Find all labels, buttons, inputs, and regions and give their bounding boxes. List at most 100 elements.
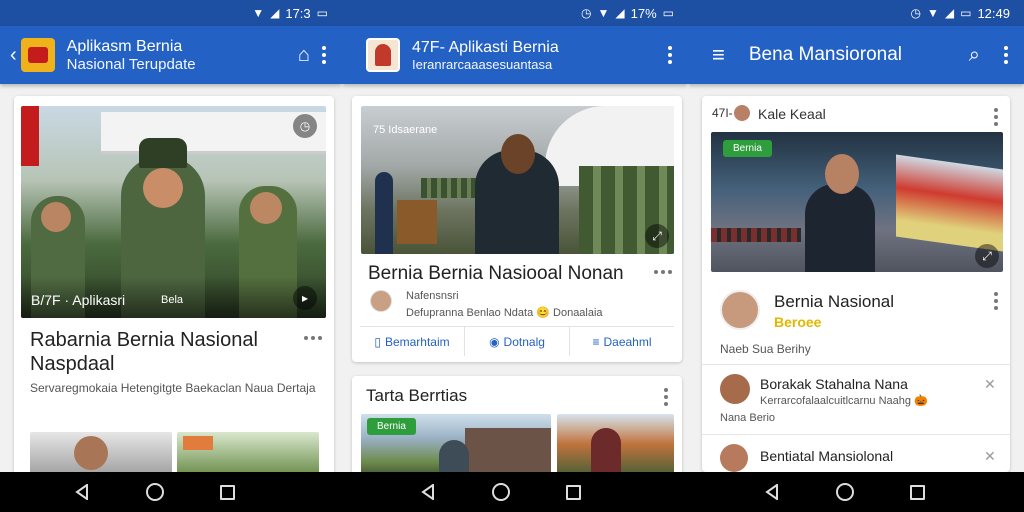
item-menu-icon[interactable] [988,292,1004,310]
news-photo[interactable]: B/7F · Aplikasri Bela ◷ ▸ [21,106,326,318]
battery-icon: ▭ [316,6,328,20]
nav-group-2 [420,472,581,512]
screen-stage: ▼ ◢ 17:3 ▭ ‹ Aplikasm Bernia Nasional Te… [0,0,1024,512]
item-title[interactable]: Bernia Nasional [774,290,894,314]
author-name: Nafensnsri [406,290,459,302]
expand-icon[interactable]: ⤢ [645,224,669,248]
app-subtitle: Nasional Terupdate [66,55,196,73]
app-bar: ‹ Aplikasm Bernia Nasional Terupdate ⌂ [0,26,342,84]
hamburger-menu-icon[interactable]: ≡ [712,42,725,68]
thumb-photo-2[interactable] [177,432,319,472]
wifi-icon: ▼ [926,6,939,20]
nav-recents-icon[interactable] [220,484,235,500]
author-avatar[interactable] [370,290,392,312]
news-photo[interactable]: Bernia ⤢ [711,132,1003,272]
news-card[interactable]: B/7F · Aplikasri Bela ◷ ▸ Rabarnia Berni… [14,96,334,472]
card-header-title: Kale Keaal [758,106,826,122]
news-card[interactable]: 75 Idsaerane ⤢ Bernia Bernia Nasiooal No… [352,96,682,362]
trending-title: Tarta Berrtias [366,386,468,405]
status-bar: ▼ ◢ 17:3 ▭ [0,0,342,26]
photo-caption: B/7F · Aplikasri [31,292,126,308]
header-avatar [734,105,750,121]
play-icon[interactable]: ▸ [293,286,317,310]
signal-icon: ◢ [944,6,955,20]
back-arrow-icon[interactable]: ‹ [10,44,17,67]
list-item-title[interactable]: Bentiatal Mansiolonal [760,448,893,464]
overflow-menu-icon[interactable] [998,46,1014,64]
search-icon[interactable]: ⌕ [969,44,980,67]
photo-caption-tag: Bela [161,294,184,306]
app-title: 47F- Aplikasti Bernia [412,38,559,56]
status-time: 17:3 [285,5,311,21]
nav-group-3 [764,472,925,512]
app-bar: ≡ Bena Mansioronal ⌕ [688,26,1024,84]
item-avatar[interactable] [720,290,760,330]
nav-home-icon[interactable] [836,483,854,501]
wifi-icon: ▼ [252,6,265,20]
bookmark-button[interactable]: ▯ Bemarhtaim [360,327,465,356]
card-header-num: 47I- [712,106,733,120]
card-menu-icon[interactable] [648,270,678,274]
nav-back-icon[interactable] [764,483,780,501]
share-icon: ≡ [592,334,600,349]
overflow-menu-icon[interactable] [662,46,678,64]
download-icon: ◉ [489,334,500,349]
trending-card[interactable]: Tarta Berrtias Bernia [352,376,682,472]
alarm-icon: ◷ [581,6,592,20]
system-nav-bar [0,472,1024,512]
status-bar: ◷ ▼ ◢ ▭ 12:49 [688,0,1024,26]
status-time: 12:49 [977,5,1010,21]
photo-caption: 75 Idsaerane [373,124,438,136]
list-item-avatar[interactable] [720,374,750,404]
nav-recents-icon[interactable] [566,484,581,500]
bookmark-icon: ▯ [374,334,381,349]
list-item-title[interactable]: Borakak Stahalna Nana [760,376,908,392]
phone-screen-2: ◷ ▼ ◢ 17% ▭ 47F- Aplikasti Bernia Ieranr… [342,0,688,472]
action-row: ▯ Bemarhtaim ◉ Dotnalg ≡ Daeahml [360,326,674,356]
home-icon[interactable]: ⌂ [298,44,310,67]
expand-icon[interactable]: ⤢ [975,244,999,268]
timer-icon[interactable]: ◷ [293,114,317,138]
share-button[interactable]: ≡ Daeahml [570,327,674,356]
nav-home-icon[interactable] [146,483,164,501]
card-menu-icon[interactable] [988,108,1004,126]
battery-icon: ▭ [960,6,972,20]
app-subtitle: Ieranrarcaaasesuantasa [412,56,553,72]
photo-pill: Bernia [723,140,772,157]
trending-pill: Bernia [367,418,416,435]
app-bar: 47F- Aplikasti Bernia Ieranrarcaaasesuan… [342,26,688,84]
nav-back-icon[interactable] [74,483,90,501]
thumb-photo-1[interactable] [30,432,172,472]
app-title: Aplikasm Bernia [66,37,183,55]
status-time: 17% [630,5,657,21]
nav-home-icon[interactable] [492,483,510,501]
download-button[interactable]: ◉ Dotnalg [465,327,570,356]
app-title: Bena Mansioronal [748,44,902,65]
phone-screen-3: ◷ ▼ ◢ ▭ 12:49 ≡ Bena Mansioronal ⌕ 47I- … [688,0,1024,472]
news-photo[interactable]: 75 Idsaerane ⤢ [361,106,674,254]
status-bar: ◷ ▼ ◢ 17% ▭ [342,0,688,26]
signal-icon: ◢ [270,6,280,20]
phone-screen-1: ▼ ◢ 17:3 ▭ ‹ Aplikasm Bernia Nasional Te… [0,0,342,472]
news-card[interactable]: 47I- Kale Keaal Bernia ⤢ Bernia Nasional… [702,96,1010,472]
list-item-meta: Nana Berio [720,412,776,424]
item-meta: Naeb Sua Berihy [720,342,811,356]
list-item-avatar[interactable] [720,444,748,472]
headline[interactable]: Bernia Bernia Nasiooal Nonan [368,262,658,286]
headline[interactable]: Rabarnia Bernia Nasional Naspdaal [30,328,310,376]
alarm-icon: ◷ [910,6,921,20]
card-menu-icon[interactable] [298,336,328,340]
close-icon[interactable]: ✕ [984,376,996,393]
trending-menu-icon[interactable] [658,388,674,406]
list-item-sub: Kerrarcofalaalcuitlcarnu Naahg 🎃 [760,395,928,407]
close-icon[interactable]: ✕ [984,448,996,465]
nav-group-1 [74,472,235,512]
app-logo [366,38,400,72]
nav-back-icon[interactable] [420,483,436,501]
overflow-menu-icon[interactable] [316,46,332,64]
trending-photo-1[interactable]: Bernia [361,414,551,472]
nav-recents-icon[interactable] [910,484,925,500]
author-byline: Defupranna Benlao Ndata 😊 Donaalaia [406,307,603,319]
trending-photo-2[interactable] [557,414,674,472]
wifi-icon: ▼ [597,6,610,20]
